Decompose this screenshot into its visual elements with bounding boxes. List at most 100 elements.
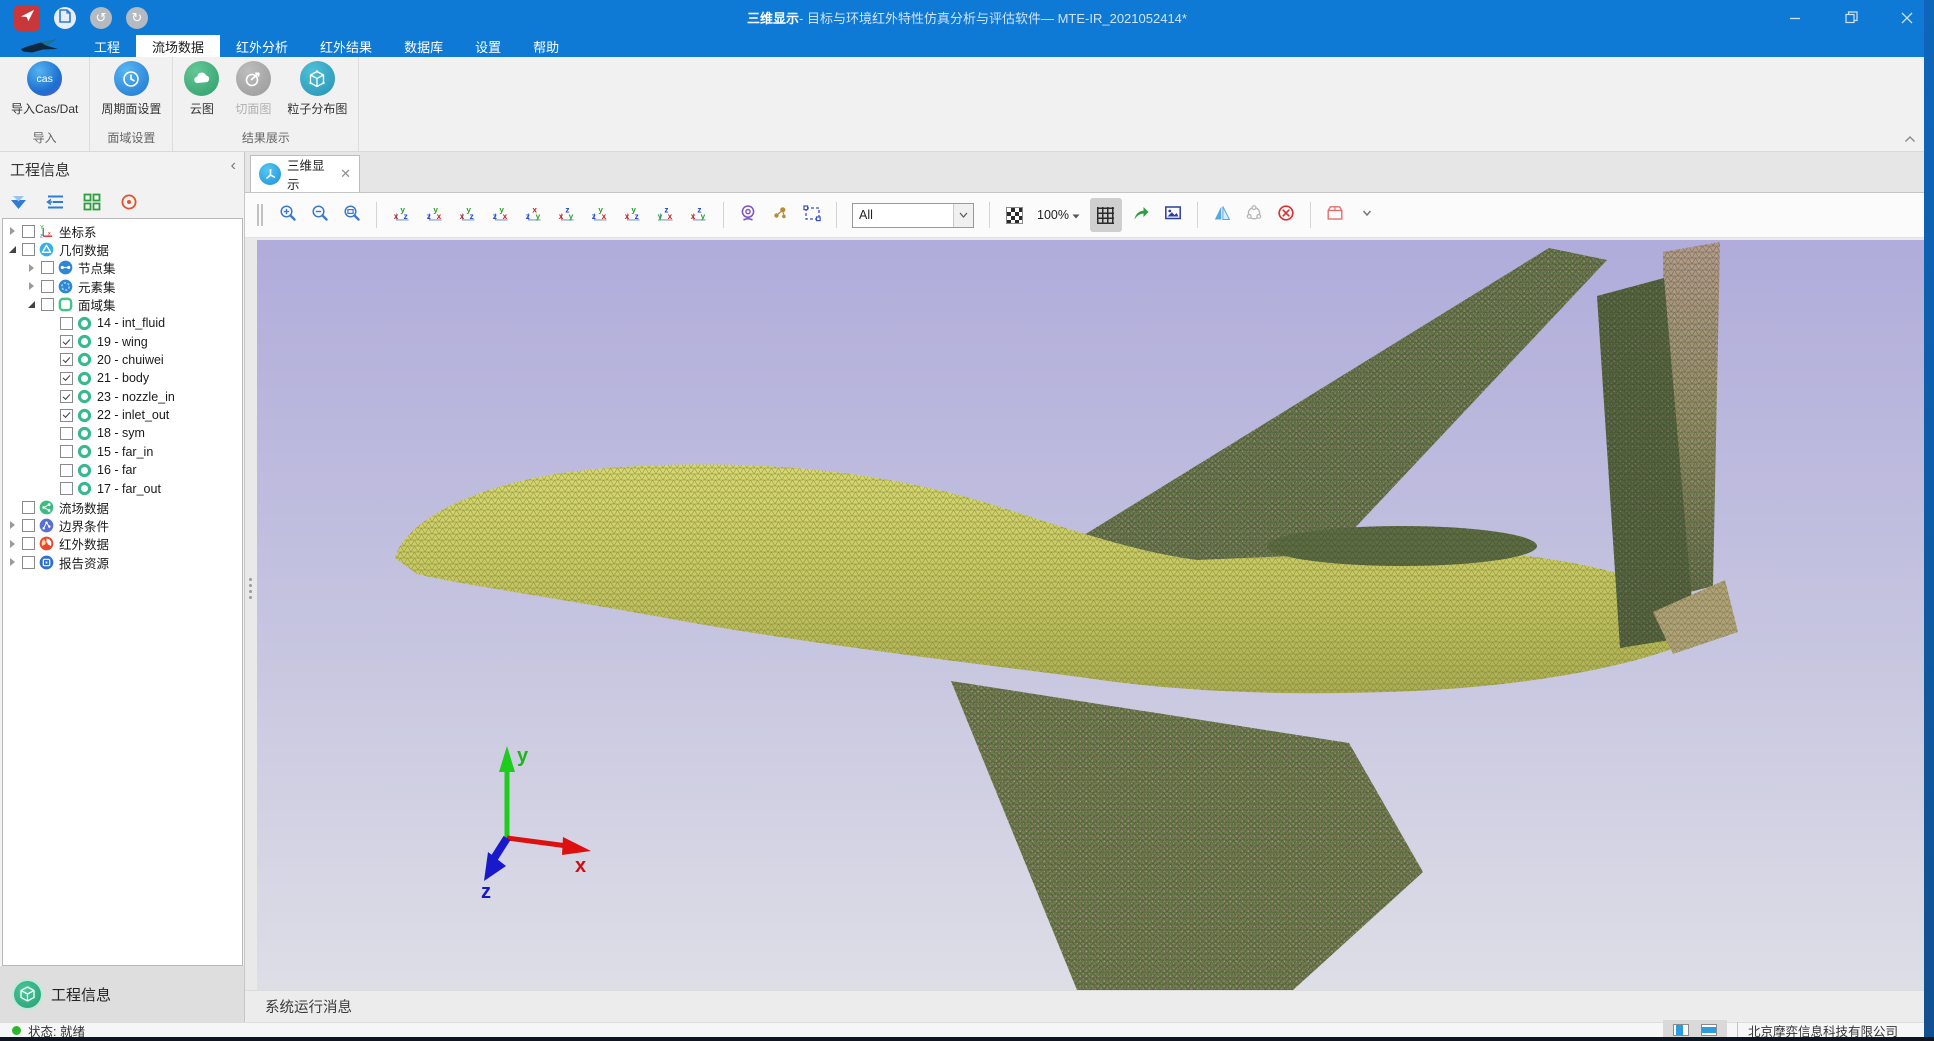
tree-item-face-23-nozzle_in[interactable]: 23 - nozzle_in <box>3 388 242 406</box>
visibility-checkbox[interactable] <box>22 243 35 256</box>
grid-toggle-button[interactable] <box>1090 198 1122 232</box>
tree-item-coordinate-system[interactable]: Yzx坐标系 <box>3 222 242 240</box>
share-arrow-button[interactable] <box>1128 202 1154 228</box>
particle-distribution-map-button[interactable]: 粒子分布图 <box>280 61 354 117</box>
view-right-button[interactable]: yzx <box>487 202 514 228</box>
visibility-checkbox[interactable] <box>22 537 35 550</box>
close-button[interactable] <box>1894 5 1920 31</box>
visibility-checkbox[interactable] <box>41 298 54 311</box>
minimize-button[interactable] <box>1782 5 1808 31</box>
menu-tab-ir-results[interactable]: 红外结果 <box>304 35 388 57</box>
visibility-checkbox[interactable] <box>22 501 35 514</box>
zoom-out-button[interactable] <box>307 202 333 228</box>
view-iso-3-button[interactable]: zyx <box>652 202 679 228</box>
visibility-checkbox[interactable] <box>60 353 73 366</box>
visibility-checkbox[interactable] <box>60 372 73 385</box>
ribbon-collapse-button[interactable] <box>1902 133 1918 145</box>
periodic-face-settings-button[interactable]: 周期面设置 <box>94 61 168 117</box>
layout-bottom-panel-icon[interactable] <box>1701 1024 1717 1036</box>
package-button[interactable] <box>1322 202 1348 228</box>
view-front-button[interactable]: yxz <box>388 202 415 228</box>
expander-icon[interactable] <box>7 225 20 238</box>
tree-item-face-22-inlet_out[interactable]: 22 - inlet_out <box>3 406 242 424</box>
visibility-checkbox[interactable] <box>60 464 73 477</box>
tree-item-face-set[interactable]: 面域集 <box>3 296 242 314</box>
tree-item-face-15-far_in[interactable]: 15 - far_in <box>3 443 242 461</box>
visibility-checkbox[interactable] <box>60 427 73 440</box>
expander-icon[interactable] <box>7 537 20 550</box>
checkerboard-button[interactable] <box>1001 202 1027 228</box>
visibility-checkbox[interactable] <box>60 390 73 403</box>
menu-tab-settings[interactable]: 设置 <box>459 35 517 57</box>
expander-icon[interactable] <box>7 556 20 569</box>
expander-icon[interactable] <box>26 261 39 274</box>
tree-item-face-20-chuiwei[interactable]: 20 - chuiwei <box>3 351 242 369</box>
visibility-checkbox[interactable] <box>60 482 73 495</box>
box-select-button[interactable] <box>799 202 825 228</box>
zoom-level-select[interactable]: 100% <box>1033 208 1084 222</box>
redo-button[interactable]: ↻ <box>126 7 148 29</box>
mirror-button[interactable] <box>1209 202 1235 228</box>
tab-close-icon[interactable]: ✕ <box>336 166 351 182</box>
viewport-3d[interactable]: y x z <box>257 240 1934 990</box>
panel-collapse-button[interactable]: ‹ <box>231 158 236 174</box>
grid-view-icon[interactable] <box>82 192 102 212</box>
tree-item-element-set[interactable]: 元素集 <box>3 277 242 295</box>
filter-icon[interactable] <box>8 192 28 212</box>
collapse-list-icon[interactable] <box>45 192 65 212</box>
snapshot-button[interactable] <box>1160 202 1186 228</box>
visibility-checkbox[interactable] <box>22 519 35 532</box>
view-top-button[interactable]: xzy <box>520 202 547 228</box>
import-cas-dat-button[interactable]: cas导入Cas/Dat <box>4 61 85 117</box>
visibility-checkbox[interactable] <box>60 335 73 348</box>
save-file-button[interactable] <box>54 7 76 29</box>
tree-item-face-17-far_out[interactable]: 17 - far_out <box>3 479 242 497</box>
app-logo-button[interactable] <box>14 5 40 31</box>
layout-left-panel-icon[interactable] <box>1673 1024 1689 1036</box>
particles-button[interactable] <box>767 202 793 228</box>
caret-down-button[interactable] <box>1354 202 1380 228</box>
menu-tab-flow-field-data[interactable]: 流场数据 <box>136 35 220 57</box>
cloud-map-button[interactable]: 云图 <box>177 61 226 117</box>
tree-item-face-14-int_fluid[interactable]: 14 - int_fluid <box>3 314 242 332</box>
visibility-checkbox[interactable] <box>60 409 73 422</box>
visibility-checkbox[interactable] <box>22 225 35 238</box>
target-icon[interactable] <box>119 192 139 212</box>
visibility-checkbox[interactable] <box>41 261 54 274</box>
maximize-button[interactable] <box>1838 5 1864 31</box>
view-back-button[interactable]: yzx <box>421 202 448 228</box>
menu-tab-database[interactable]: 数据库 <box>388 35 459 57</box>
undo-button[interactable]: ↺ <box>90 7 112 29</box>
aircraft-mesh-model[interactable]: y x z <box>257 240 1934 990</box>
visibility-checkbox[interactable] <box>60 445 73 458</box>
view-bottom-button[interactable]: zxy <box>553 202 580 228</box>
tree-item-geometry-data[interactable]: 几何数据 <box>3 240 242 258</box>
visibility-checkbox[interactable] <box>60 317 73 330</box>
menu-tab-ir-analysis[interactable]: 红外分析 <box>220 35 304 57</box>
menu-tab-project[interactable]: 工程 <box>78 35 136 57</box>
splitter-handle[interactable] <box>248 578 253 604</box>
expander-icon[interactable] <box>26 298 39 311</box>
tree-item-infrared-data[interactable]: 红外数据 <box>3 535 242 553</box>
view-iso-4-button[interactable]: zxy <box>685 202 712 228</box>
combo-dropdown-button[interactable] <box>953 204 973 227</box>
camera-button[interactable] <box>735 202 761 228</box>
toolbar-drag-handle[interactable] <box>257 204 263 226</box>
tab-3d-view[interactable]: 三维显示 ✕ <box>250 155 360 192</box>
visibility-checkbox[interactable] <box>41 280 54 293</box>
tree-item-face-19-wing[interactable]: 19 - wing <box>3 332 242 350</box>
tree-item-face-18-sym[interactable]: 18 - sym <box>3 424 242 442</box>
tree-item-face-21-body[interactable]: 21 - body <box>3 369 242 387</box>
menu-tab-help[interactable]: 帮助 <box>517 35 575 57</box>
cancel-button[interactable] <box>1273 202 1299 228</box>
expander-icon[interactable] <box>7 243 20 256</box>
view-iso-1-button[interactable]: yzx <box>586 202 613 228</box>
panel-footer[interactable]: 工程信息 <box>0 966 244 1022</box>
view-iso-2-button[interactable]: yxz <box>619 202 646 228</box>
zoom-in-button[interactable] <box>275 202 301 228</box>
visibility-checkbox[interactable] <box>22 556 35 569</box>
tree-item-node-set[interactable]: 节点集 <box>3 259 242 277</box>
zoom-fit-button[interactable] <box>339 202 365 228</box>
expander-icon[interactable] <box>26 280 39 293</box>
tree-item-flow-field-data[interactable]: 流场数据 <box>3 498 242 516</box>
